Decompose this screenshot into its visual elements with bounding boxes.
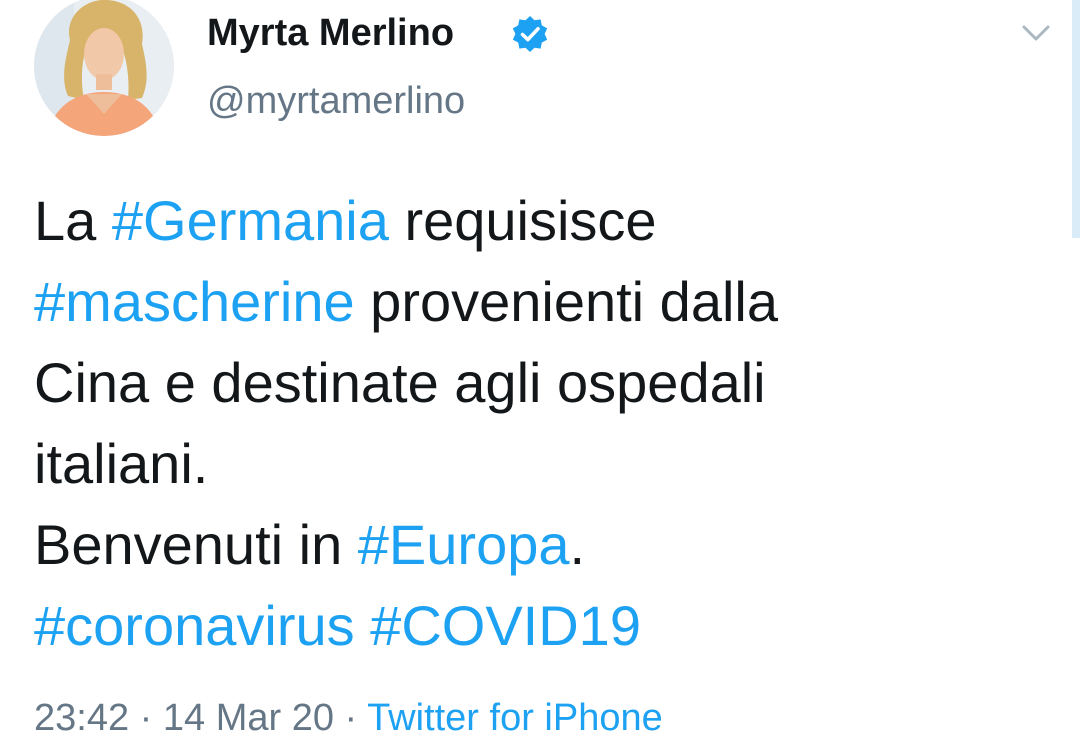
tweet-line-3: Cina e destinate agli ospedali: [34, 351, 766, 414]
text-segment: Benvenuti in: [34, 513, 358, 576]
hashtag-coronavirus[interactable]: #coronavirus: [34, 594, 355, 657]
tweet-time[interactable]: 23:42: [34, 697, 129, 739]
tweet-line-2: #mascherine provenienti dalla: [34, 261, 1054, 342]
text-segment: .: [569, 513, 586, 576]
display-name[interactable]: Myrta Merlino: [207, 10, 454, 56]
text-segment: requisisce: [388, 189, 657, 252]
tweet-text: La #Germania requisisce #mascherine prov…: [34, 180, 1054, 666]
hashtag-europa[interactable]: #Europa: [358, 513, 570, 576]
text-segment: La: [34, 189, 112, 252]
verified-badge-icon: [512, 16, 548, 52]
avatar[interactable]: [34, 0, 174, 136]
user-handle[interactable]: @myrtamerlino: [207, 78, 465, 124]
tweet-line-1: La #Germania requisisce: [34, 180, 1054, 261]
tweet-card: Myrta Merlino @myrtamerlino La #Germania…: [0, 0, 1080, 749]
tweet-source-link[interactable]: Twitter for iPhone: [367, 697, 663, 739]
tweet-line-5: Benvenuti in #Europa.: [34, 504, 1054, 585]
tweet-line-6: #coronavirus #COVID19: [34, 585, 1054, 666]
chevron-down-icon[interactable]: [1016, 18, 1056, 48]
edge-divider: [1072, 0, 1080, 238]
separator-dot: ·: [333, 697, 368, 739]
text-segment: [355, 594, 371, 657]
hashtag-germania[interactable]: #Germania: [112, 189, 389, 252]
tweet-meta: 23:42 · 14 Mar 20 · Twitter for iPhone: [34, 695, 663, 741]
hashtag-covid19[interactable]: #COVID19: [370, 594, 641, 657]
hashtag-mascherine[interactable]: #mascherine: [34, 270, 355, 333]
separator-dot: ·: [129, 697, 163, 739]
tweet-line-4: italiani.: [34, 432, 209, 495]
text-segment: provenienti dalla: [354, 270, 778, 333]
tweet-date[interactable]: 14 Mar 20: [163, 697, 334, 739]
avatar-photo: [34, 0, 174, 136]
